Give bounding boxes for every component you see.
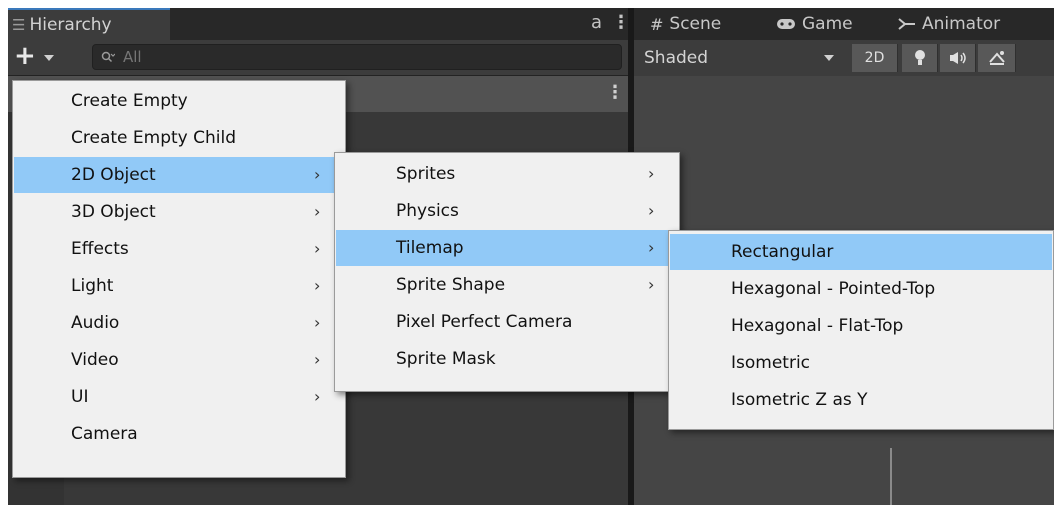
menu-item-physics[interactable]: Physics › — [336, 193, 678, 229]
shading-mode-value: Shaded — [644, 48, 709, 68]
menu-item-camera[interactable]: Camera — [14, 416, 344, 452]
chevron-right-icon: › — [314, 387, 321, 406]
create-context-menu: Create Empty Create Empty Child 2D Objec… — [12, 80, 346, 478]
menu-item-light[interactable]: Light › — [14, 268, 344, 304]
chevron-right-icon: › — [648, 275, 655, 294]
speaker-icon — [949, 52, 966, 64]
menu-item-label: Create Empty Child — [71, 128, 236, 148]
scene-gizmo-line — [890, 448, 892, 505]
menu-item-sprite-shape[interactable]: Sprite Shape › — [336, 267, 678, 303]
lightbulb-icon — [914, 50, 925, 65]
menu-item-label: 2D Object — [71, 165, 156, 185]
tab-game-label: Game — [802, 14, 853, 34]
menu-item-hexagonal-flat-top[interactable]: Hexagonal - Flat-Top — [670, 308, 1052, 344]
menu-item-isometric[interactable]: Isometric — [670, 345, 1052, 381]
chevron-right-icon: › — [648, 238, 655, 257]
menu-item-label: Effects — [71, 239, 129, 259]
menu-item-tilemap[interactable]: Tilemap › — [336, 230, 678, 266]
shading-mode-dropdown[interactable]: Shaded — [644, 46, 844, 70]
tab-hierarchy[interactable]: ☰ Hierarchy — [8, 8, 170, 40]
chevron-right-icon: › — [314, 276, 321, 295]
menu-item-pixel-perfect-camera[interactable]: Pixel Perfect Camera — [336, 304, 678, 340]
search-input[interactable] — [121, 47, 565, 67]
hierarchy-search[interactable] — [92, 44, 622, 70]
lighting-toggle[interactable] — [902, 44, 938, 72]
menu-item-hexagonal-pointed-top[interactable]: Hexagonal - Pointed-Top — [670, 271, 1052, 307]
menu-item-create-empty[interactable]: Create Empty — [14, 83, 344, 119]
chevron-right-icon: › — [314, 313, 321, 332]
tab-scene[interactable]: # Scene — [650, 8, 721, 40]
menu-item-ui[interactable]: UI › — [14, 379, 344, 415]
tab-animator[interactable]: Animator — [898, 8, 1000, 40]
menu-item-label: UI — [71, 387, 89, 407]
menu-item-label: Hexagonal - Flat-Top — [731, 316, 904, 336]
chevron-down-icon — [44, 55, 54, 61]
animator-icon — [898, 18, 915, 30]
add-object-button[interactable]: + — [14, 41, 64, 71]
menu-item-label: Rectangular — [731, 242, 834, 262]
menu-item-label: 3D Object — [71, 202, 156, 222]
menu-item-label: Sprite Shape — [396, 275, 506, 295]
audio-toggle[interactable] — [940, 44, 976, 72]
chevron-right-icon: › — [648, 201, 655, 220]
lock-icon[interactable]: a — [591, 12, 602, 33]
grid-icon: # — [650, 14, 664, 34]
chevron-right-icon: › — [314, 165, 321, 184]
hierarchy-toolbar: + — [8, 40, 628, 76]
hierarchy-tabstrip: ☰ Hierarchy a ⋮ — [8, 8, 630, 40]
menu-item-isometric-z-as-y[interactable]: Isometric Z as Y — [670, 382, 1052, 418]
menu-item-label: Create Empty — [71, 91, 188, 111]
unity-editor: ☰ Hierarchy a ⋮ + ⋮ # Scene — [8, 8, 1054, 505]
menu-item-sprites[interactable]: Sprites › — [336, 156, 678, 192]
list-icon: ☰ — [12, 16, 26, 34]
menu-item-label: Sprite Mask — [396, 349, 496, 369]
chevron-down-icon — [824, 55, 834, 61]
chevron-right-icon: › — [314, 202, 321, 221]
gamepad-icon — [777, 19, 795, 29]
menu-item-label: Isometric — [731, 353, 811, 373]
menu-item-label: Sprites — [396, 164, 456, 184]
effects-icon — [988, 51, 1005, 65]
plus-icon: + — [14, 41, 36, 71]
scene-tabstrip: # Scene Game Animator — [634, 8, 1054, 40]
menu-item-label: Light — [71, 276, 114, 296]
chevron-right-icon: › — [314, 350, 321, 369]
menu-item-effects[interactable]: Effects › — [14, 231, 344, 267]
scene-toolbar: Shaded 2D — [634, 40, 1054, 76]
menu-item-create-empty-child[interactable]: Create Empty Child — [14, 120, 344, 156]
menu-item-label: Video — [71, 350, 119, 370]
2d-object-submenu: Sprites › Physics › Tilemap › Sprite Sha… — [334, 152, 680, 392]
menu-item-label: Physics — [396, 201, 459, 221]
menu-item-rectangular[interactable]: Rectangular — [670, 234, 1052, 270]
menu-item-sprite-mask[interactable]: Sprite Mask — [336, 341, 678, 377]
menu-item-label: Audio — [71, 313, 120, 333]
menu-item-label: Camera — [71, 424, 138, 444]
menu-item-label: Pixel Perfect Camera — [396, 312, 573, 332]
menu-item-audio[interactable]: Audio › — [14, 305, 344, 341]
tab-animator-label: Animator — [922, 14, 1001, 34]
mode-2d-button[interactable]: 2D — [852, 44, 898, 72]
tab-scene-label: Scene — [669, 14, 722, 34]
tilemap-submenu: Rectangular Hexagonal - Pointed-Top Hexa… — [668, 230, 1054, 430]
chevron-right-icon: › — [314, 239, 321, 258]
tab-game[interactable]: Game — [776, 8, 853, 40]
menu-item-video[interactable]: Video › — [14, 342, 344, 378]
chevron-right-icon: › — [648, 164, 655, 183]
tab-hierarchy-label: Hierarchy — [29, 15, 112, 35]
menu-item-label: Tilemap — [396, 238, 464, 258]
search-icon — [101, 51, 115, 63]
effects-toggle[interactable] — [978, 44, 1016, 72]
menu-item-label: Hexagonal - Pointed-Top — [731, 279, 936, 299]
menu-item-2d-object[interactable]: 2D Object › — [14, 157, 344, 193]
menu-item-label: Isometric Z as Y — [731, 390, 868, 410]
menu-item-3d-object[interactable]: 3D Object › — [14, 194, 344, 230]
mode-2d-label: 2D — [864, 50, 885, 66]
scene-options-icon[interactable]: ⋮ — [606, 82, 624, 103]
